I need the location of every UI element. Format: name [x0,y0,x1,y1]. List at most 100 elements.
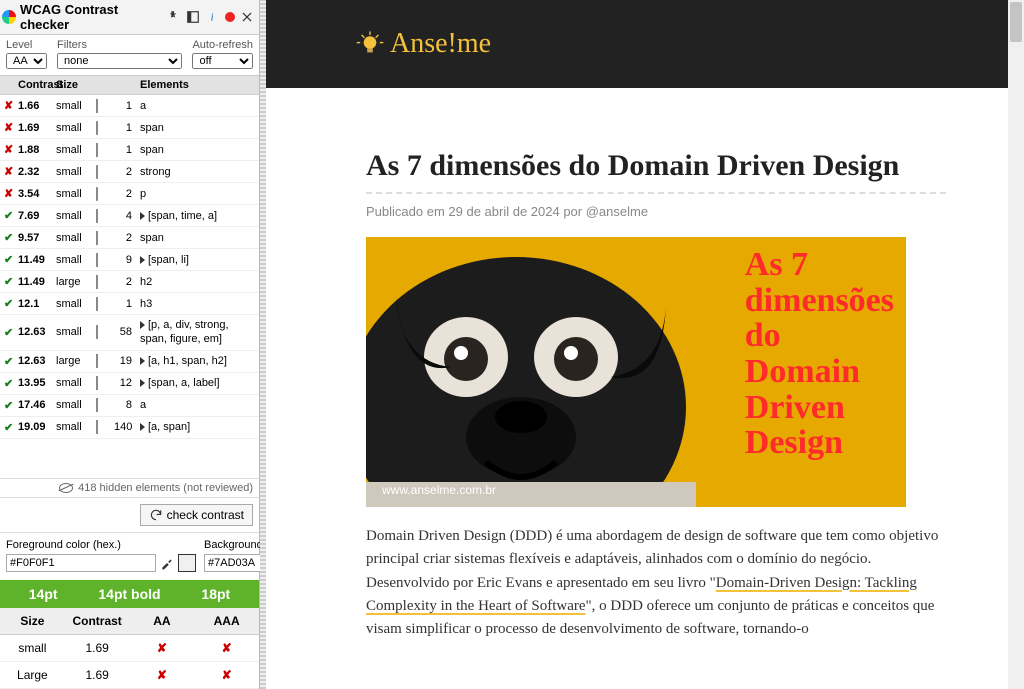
expand-icon[interactable] [140,357,145,365]
table-row[interactable]: ✘2.32small2strong [0,161,259,183]
expand-icon[interactable] [140,379,145,387]
size-value: large [52,352,92,370]
table-row[interactable]: ✘1.69small1span [0,117,259,139]
table-row[interactable]: ✔12.63small58[p, a, div, strong, span, f… [0,315,259,351]
element-count: 1 [110,119,136,137]
element-count: 19 [110,352,136,370]
table-row[interactable]: ✔12.63large 19[a, h1, span, h2] [0,351,259,373]
hidden-elements-note: 418 hidden elements (not reviewed) [0,478,259,497]
pt-14: 14pt [0,580,86,608]
element-count: 1 [110,97,136,115]
table-row[interactable]: ✔11.49small9[span, li] [0,249,259,271]
separator [366,192,946,194]
table-row[interactable]: ✘3.54small2p [0,183,259,205]
color-swatch [96,121,98,135]
fail-icon: ✘ [4,188,13,200]
table-row[interactable]: ✔19.09small140[a, span] [0,417,259,439]
color-swatch [96,376,98,390]
color-swatch [96,231,98,245]
hero-overlay-text: As 7dimensõesdoDomainDrivenDesign [745,247,894,461]
table-row[interactable]: ✔17.46small8a [0,395,259,417]
color-swatch [96,297,98,311]
color-swatch [96,325,98,339]
size-value: small [52,323,92,341]
contrast-value: 11.49 [14,273,52,291]
contrast-value: 1.69 [14,119,52,137]
check-contrast-button[interactable]: check contrast [140,504,253,526]
element-count: 4 [110,207,136,225]
level-label: Level [6,39,47,51]
contrast-value: 12.63 [14,323,52,341]
size-value: small [52,251,92,269]
size-value: small [52,396,92,414]
scrollbar-thumb[interactable] [1010,2,1022,42]
contrast-value: 1.88 [14,141,52,159]
elements-cell: [span, li] [136,251,259,269]
table-row[interactable]: ✘1.66small1a [0,95,259,117]
contrast-value: 7.69 [14,207,52,225]
site-brand[interactable]: Anse!me [356,28,491,60]
info-icon[interactable]: i [205,9,221,25]
pass-icon: ✔ [4,356,13,368]
elements-cell: [span, a, label] [136,374,259,392]
size-value: small [52,163,92,181]
table-row[interactable]: ✔13.95small12[span, a, label] [0,373,259,395]
autorefresh-select[interactable]: off [192,53,253,69]
close-icon[interactable] [239,9,255,25]
elements-cell: [a, h1, span, h2] [136,352,259,370]
dock-icon[interactable] [185,9,201,25]
foreground-input[interactable] [6,554,156,572]
results-table-body[interactable]: ✘1.66small1a✘1.69small1span✘1.88small1sp… [0,95,259,478]
pass-icon: ✔ [4,298,13,310]
post-date: 29 de abril de 2024 [448,204,559,219]
lightbulb-icon [356,30,384,58]
scrollbar[interactable] [1008,0,1024,689]
pass-icon: ✔ [4,210,13,222]
size-value: small [52,141,92,159]
contrast-value: 11.49 [14,251,52,269]
table-row[interactable]: ✔9.57small2span [0,227,259,249]
col-contrast: Contrast [14,76,52,94]
elements-cell: p [136,185,259,203]
pass-icon: ✔ [4,378,13,390]
pass-icon: ✔ [4,232,13,244]
contrast-value: 2.32 [14,163,52,181]
color-swatch [96,354,98,368]
table-row[interactable]: ✘1.88small1span [0,139,259,161]
size-value: small [52,207,92,225]
table-row[interactable]: ✔12.1small1h3 [0,293,259,315]
summary-row: small1.69✘✘ [0,635,259,662]
svg-text:i: i [211,13,214,24]
table-row[interactable]: ✔7.69small4[span, time, a] [0,205,259,227]
size-value: small [52,185,92,203]
expand-icon[interactable] [140,321,145,329]
pin-icon[interactable] [165,9,181,25]
pass-icon: ✔ [4,400,13,412]
foreground-label: Foreground color (hex.) [6,539,196,551]
expand-icon[interactable] [140,423,145,431]
panel-title: WCAG Contrast checker [20,2,161,32]
contrast-value: 19.09 [14,418,52,436]
filters-select[interactable]: none [57,53,182,69]
col-size: Size [52,76,92,94]
panel-titlebar: WCAG Contrast checker i [0,0,259,35]
eyedropper-fg-icon[interactable] [158,554,176,572]
foreground-swatch[interactable] [178,554,196,572]
post-author-link[interactable]: @anselme [586,204,648,219]
color-swatch [96,187,98,201]
color-swatch [96,275,98,289]
element-count: 140 [110,418,136,436]
contrast-value: 1.66 [14,97,52,115]
table-row[interactable]: ✔11.49large2h2 [0,271,259,293]
color-swatch [96,165,98,179]
elements-cell: span [136,119,259,137]
contrast-value: 12.1 [14,295,52,313]
article-body: Domain Driven Design (DDD) é uma abordag… [366,525,946,641]
expand-icon[interactable] [140,256,145,264]
contrast-value: 12.63 [14,352,52,370]
expand-icon[interactable] [140,212,145,220]
size-value: small [52,119,92,137]
level-select[interactable]: AA [6,53,47,69]
color-swatch [96,253,98,267]
size-value: large [52,273,92,291]
